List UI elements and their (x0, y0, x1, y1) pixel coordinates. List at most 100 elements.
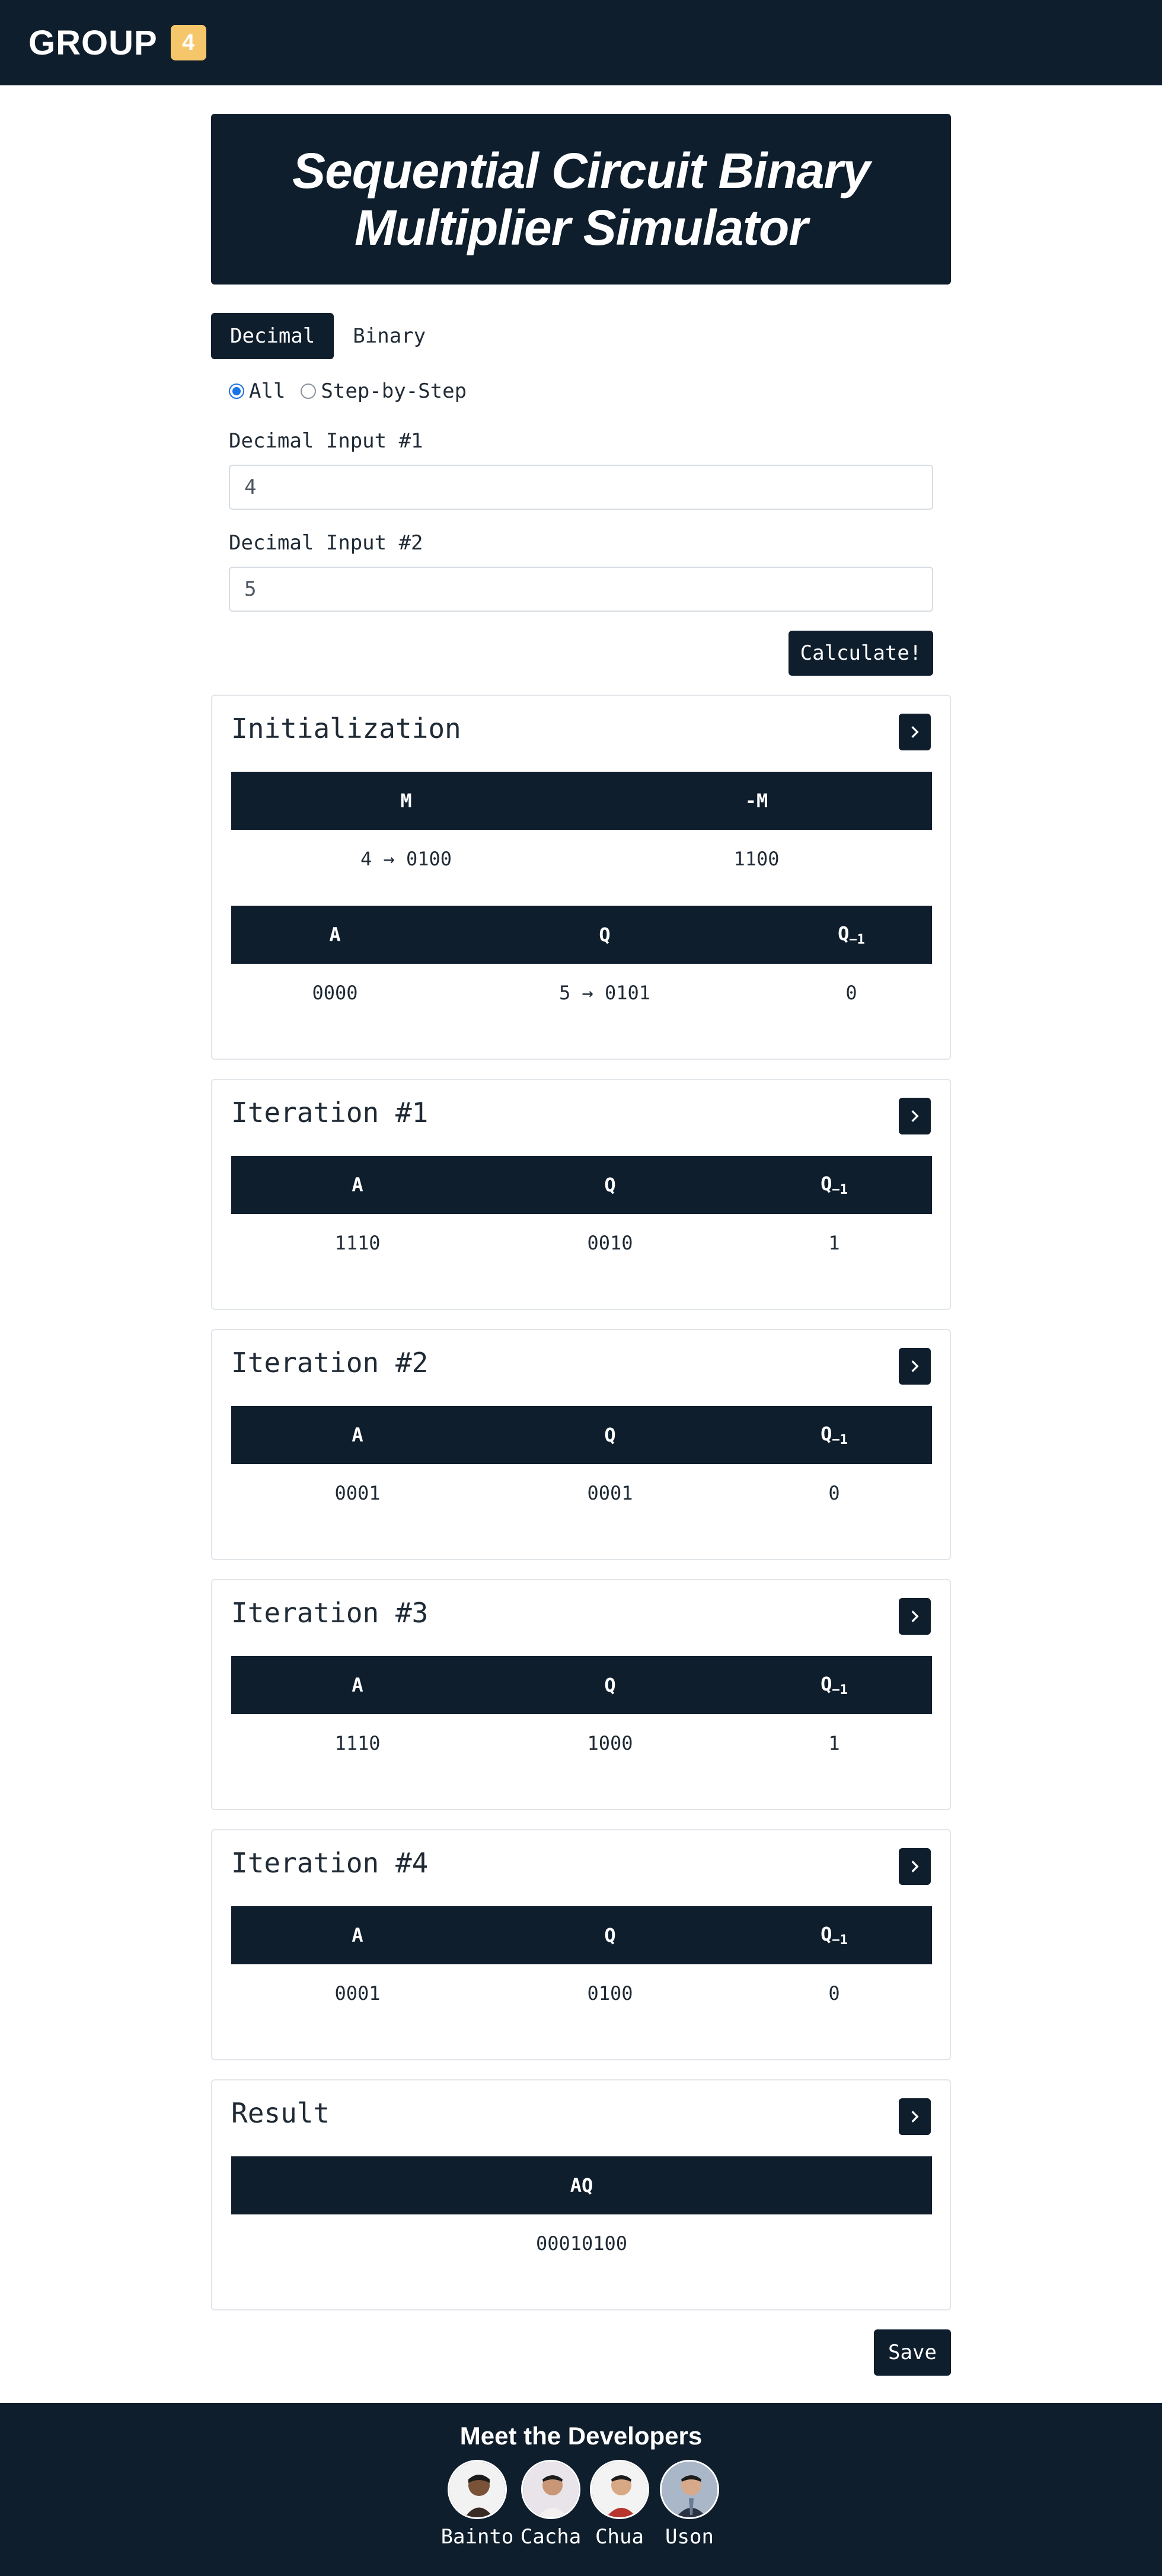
value-a: 0001 (334, 1482, 381, 1504)
result-card: Result AQ 00010100 (211, 2079, 951, 2310)
page-title-line-1: Sequential Circuit Binary (292, 143, 870, 199)
value-a: 1110 (334, 1732, 381, 1754)
radio-step-by-step-label: Step-by-Step (321, 379, 467, 403)
decimal-input-2-label: Decimal Input #2 (229, 531, 423, 555)
header-q: Q (599, 923, 611, 946)
value-a: 1110 (334, 1232, 381, 1254)
header-q: Q (604, 1424, 616, 1446)
value-q: 0001 (587, 1482, 633, 1504)
decimal-input-1-label: Decimal Input #1 (229, 429, 423, 453)
avatar (590, 2460, 649, 2519)
chevron-right-icon (911, 1861, 919, 1872)
header-q-minus-1-sub: −1 (832, 1683, 848, 1698)
aq-table: A Q Q−1 0001 0100 0 (231, 1906, 932, 2022)
header-q-minus-1: Q−1 (736, 1172, 932, 1197)
value-q: 5 → 0101 (558, 982, 651, 1004)
radio-option-step-by-step[interactable]: Step-by-Step (301, 379, 467, 403)
calculate-button[interactable]: Calculate! (788, 631, 933, 676)
chevron-right-icon (911, 2111, 919, 2123)
save-button[interactable]: Save (874, 2329, 951, 2376)
header-m: M (400, 790, 412, 812)
header-q-minus-1-text: Q (838, 922, 850, 945)
decimal-input-2-field[interactable]: 5 (229, 567, 933, 612)
value-q-minus-1: 1 (828, 1232, 840, 1254)
radio-step-by-step[interactable] (301, 383, 317, 399)
table-header-row: A Q Q−1 (231, 1656, 932, 1714)
header-q-minus-1-sub: −1 (832, 1182, 848, 1197)
value-m: 4 → 0100 (360, 848, 452, 870)
expand-button[interactable] (899, 1848, 931, 1885)
chevron-right-icon (911, 1110, 919, 1122)
expand-button[interactable] (899, 1348, 931, 1385)
m-table: M -M 4 → 0100 1100 (231, 772, 932, 888)
value-a: 0001 (334, 1982, 381, 2005)
table-header-row: M -M (231, 772, 932, 830)
value-q: 0010 (587, 1232, 633, 1254)
header-q: Q (604, 1174, 616, 1196)
table-header-row: AQ (231, 2156, 932, 2214)
developer-card-cacha[interactable]: Cacha (512, 2460, 589, 2549)
chevron-right-icon (911, 1610, 919, 1622)
value-q-minus-1: 0 (828, 1482, 840, 1504)
tab-binary[interactable]: Binary (334, 313, 445, 359)
header-q-minus-1-text: Q (821, 1673, 832, 1695)
header-neg-m: -M (745, 790, 768, 812)
aq-table: A Q Q−1 1110 1000 1 (231, 1656, 932, 1772)
developer-card-bainto[interactable]: Bainto (439, 2460, 516, 2549)
expand-button[interactable] (899, 2098, 931, 2135)
header-a: A (352, 1174, 363, 1196)
value-q-minus-1: 0 (845, 982, 857, 1004)
iteration-card-2: Iteration #2 A Q Q−1 0001 0001 0 (211, 1329, 951, 1560)
value-neg-m: 1100 (733, 848, 780, 870)
header-a: A (329, 923, 341, 946)
table-header-row: A Q Q−1 (231, 1406, 932, 1464)
developer-card-uson[interactable]: Uson (651, 2460, 728, 2549)
result-table: AQ 00010100 (231, 2156, 932, 2273)
tab-decimal[interactable]: Decimal (211, 313, 334, 359)
aq-table: A Q Q−1 1110 0010 1 (231, 1156, 932, 1272)
avatar (660, 2460, 719, 2519)
developer-name: Bainto (440, 2525, 514, 2549)
header-q-minus-1-text: Q (821, 1923, 832, 1945)
chevron-right-icon (911, 726, 919, 738)
table-row: 0001 0100 0 (231, 1964, 932, 2022)
expand-button[interactable] (899, 1098, 931, 1134)
card-title: Result (231, 2097, 330, 2129)
expand-button[interactable] (899, 1598, 931, 1635)
card-title: Iteration #4 (231, 1847, 429, 1879)
group-number-badge: 4 (170, 25, 206, 60)
header-q-minus-1: Q−1 (736, 1673, 932, 1698)
radio-all[interactable] (229, 383, 244, 399)
decimal-input-1-value: 4 (244, 475, 257, 499)
table-row: 00010100 (231, 2214, 932, 2273)
chevron-right-icon (911, 1360, 919, 1372)
card-title: Iteration #2 (231, 1347, 429, 1379)
header-q-minus-1: Q−1 (771, 922, 932, 947)
header-q-minus-1: Q−1 (736, 1423, 932, 1447)
table-row: 1110 0010 1 (231, 1214, 932, 1272)
initialization-card: Initialization M -M 4 → 0100 1100 A Q Q−… (211, 695, 951, 1060)
header-q: Q (604, 1924, 616, 1947)
developers-heading: Meet the Developers (459, 2422, 703, 2450)
iteration-card-4: Iteration #4 A Q Q−1 0001 0100 0 (211, 1829, 951, 2060)
value-a: 0000 (312, 982, 358, 1004)
table-header-row: A Q Q−1 (231, 1906, 932, 1964)
decimal-input-1-field[interactable]: 4 (229, 465, 933, 510)
brand-logo-text[interactable]: GROUP (28, 23, 158, 63)
value-q: 0100 (587, 1982, 633, 2005)
top-navbar: GROUP 4 (0, 0, 1162, 85)
developer-card-chua[interactable]: Chua (581, 2460, 658, 2549)
header-aq: AQ (570, 2174, 593, 2197)
radio-option-all[interactable]: All (229, 379, 285, 403)
table-header-row: A Q Q−1 (231, 1156, 932, 1214)
table-header-row: A Q Q−1 (231, 906, 932, 964)
table-row: 4 → 0100 1100 (231, 830, 932, 888)
avatar (448, 2460, 507, 2519)
value-aq: 00010100 (535, 2232, 628, 2255)
expand-button[interactable] (899, 714, 931, 750)
developers-footer: Meet the Developers Bainto Cacha Chua Us… (0, 2403, 1162, 2576)
developer-name: Cacha (520, 2525, 582, 2549)
header-q: Q (604, 1674, 616, 1696)
card-title: Iteration #3 (231, 1597, 429, 1629)
input-mode-tabs: Decimal Binary (211, 313, 445, 359)
